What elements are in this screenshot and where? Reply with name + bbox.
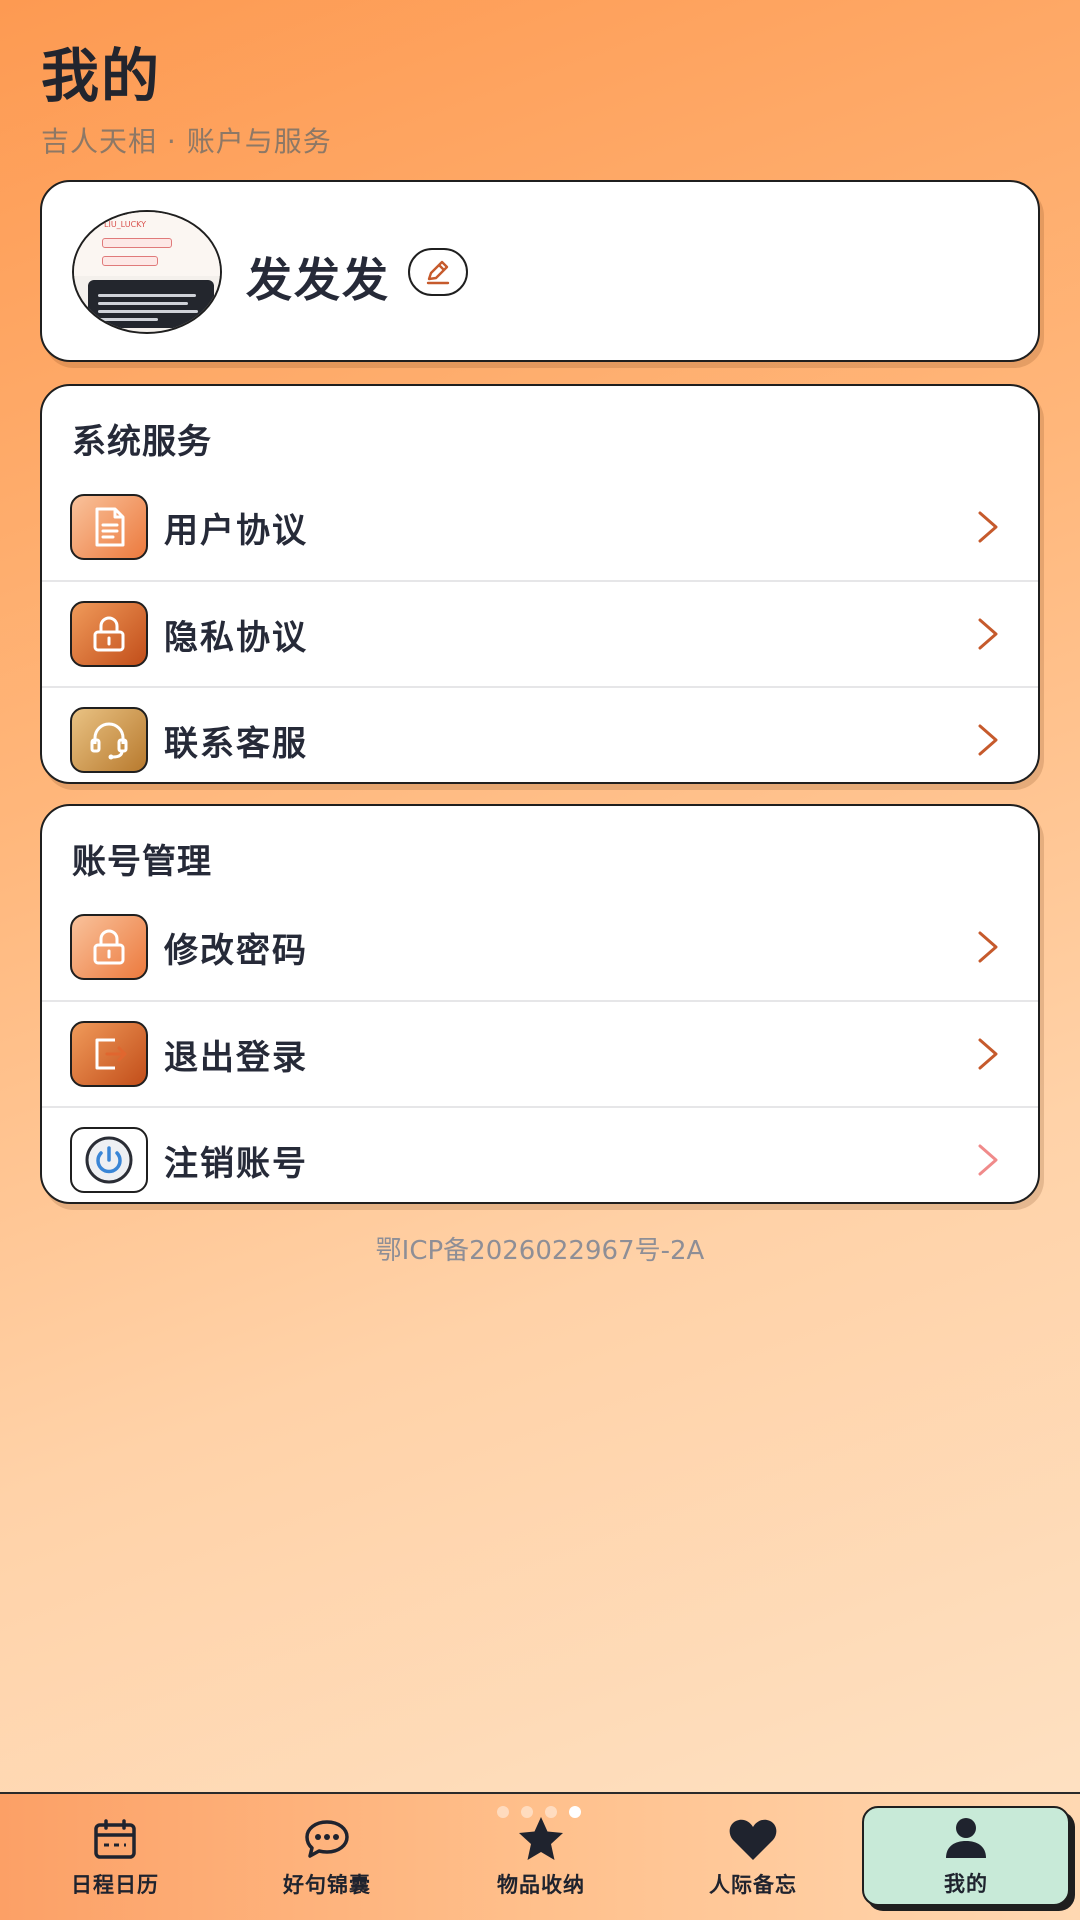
chevron-right-icon	[978, 724, 998, 756]
page-title: 我的	[41, 42, 162, 110]
menu-item-label: 退出登录	[164, 1037, 308, 1078]
pencil-icon	[426, 260, 450, 285]
chevron-right-icon	[978, 1038, 998, 1070]
tab-label: 物品收纳	[497, 1873, 585, 1897]
heart-icon	[727, 1815, 779, 1863]
chevron-right-icon	[978, 1144, 998, 1176]
username: 发发发	[246, 253, 390, 307]
tab-calendar[interactable]: 日程日历	[10, 1804, 220, 1910]
menu-item-label: 修改密码	[164, 930, 308, 971]
menu-item-label: 隐私协议	[164, 617, 308, 658]
tab-label: 人际备忘	[709, 1873, 797, 1897]
lock-icon	[70, 914, 148, 980]
page-header: 我的 吉人天相 · 账户与服务	[41, 40, 332, 160]
tab-label: 日程日历	[71, 1873, 159, 1897]
avatar[interactable]: LIU_LUCKY	[72, 210, 222, 334]
chevron-right-icon	[978, 618, 998, 650]
headset-icon	[70, 707, 148, 773]
user-icon	[943, 1814, 989, 1862]
menu-item-contact-support[interactable]: 联系客服	[42, 686, 1038, 782]
avatar-app-name: LIU_LUCKY	[104, 220, 147, 229]
chat-bubble-icon	[303, 1815, 351, 1863]
power-icon	[70, 1127, 148, 1193]
menu-item-logout[interactable]: 退出登录	[42, 1000, 1038, 1106]
tab-storage[interactable]: 物品收纳	[436, 1804, 646, 1910]
menu-item-label: 注销账号	[164, 1143, 308, 1184]
avatar-top: LIU_LUCKY	[74, 212, 220, 276]
chevron-right-icon	[978, 511, 998, 543]
star-icon	[515, 1815, 567, 1863]
system-services-card: 系统服务 用户协议 隐私协议 联系客服	[40, 384, 1040, 784]
menu-item-label: 联系客服	[164, 723, 308, 764]
icp-license[interactable]: 鄂ICP备2026022967号-2A	[0, 1230, 1080, 1267]
chevron-right-icon	[978, 931, 998, 963]
tab-label: 我的	[944, 1872, 988, 1896]
page-subtitle: 吉人天相 · 账户与服务	[41, 125, 332, 158]
avatar-quote-line	[98, 302, 188, 305]
avatar-quote-line	[98, 310, 198, 313]
bottom-tab-bar: 日程日历 好句锦囊 物品收纳 人际备忘 我的	[0, 1792, 1080, 1920]
document-icon	[70, 494, 148, 560]
tab-profile[interactable]: 我的	[862, 1806, 1070, 1906]
menu-item-label: 用户协议	[164, 510, 308, 551]
section-title: 系统服务	[72, 422, 212, 462]
menu-item-delete-account[interactable]: 注销账号	[42, 1106, 1038, 1202]
menu-item-user-agreement[interactable]: 用户协议	[42, 474, 1038, 580]
avatar-chip-1	[102, 238, 172, 248]
profile-card: LIU_LUCKY 发发发	[40, 180, 1040, 362]
logout-icon	[70, 1021, 148, 1087]
tab-quotes[interactable]: 好句锦囊	[222, 1804, 432, 1910]
tab-label: 好句锦囊	[283, 1873, 371, 1897]
menu-item-privacy-agreement[interactable]: 隐私协议	[42, 580, 1038, 686]
avatar-quote-line	[98, 294, 196, 297]
edit-profile-button[interactable]	[408, 248, 468, 296]
account-management-card: 账号管理 修改密码 退出登录 注销账号	[40, 804, 1040, 1204]
avatar-quote-panel	[88, 280, 214, 328]
avatar-chip-2	[102, 256, 158, 266]
menu-item-change-password[interactable]: 修改密码	[42, 894, 1038, 1000]
tab-contacts[interactable]: 人际备忘	[648, 1804, 858, 1910]
avatar-quote-line	[98, 318, 158, 321]
section-title: 账号管理	[72, 842, 212, 882]
lock-icon	[70, 601, 148, 667]
calendar-icon	[93, 1815, 137, 1863]
